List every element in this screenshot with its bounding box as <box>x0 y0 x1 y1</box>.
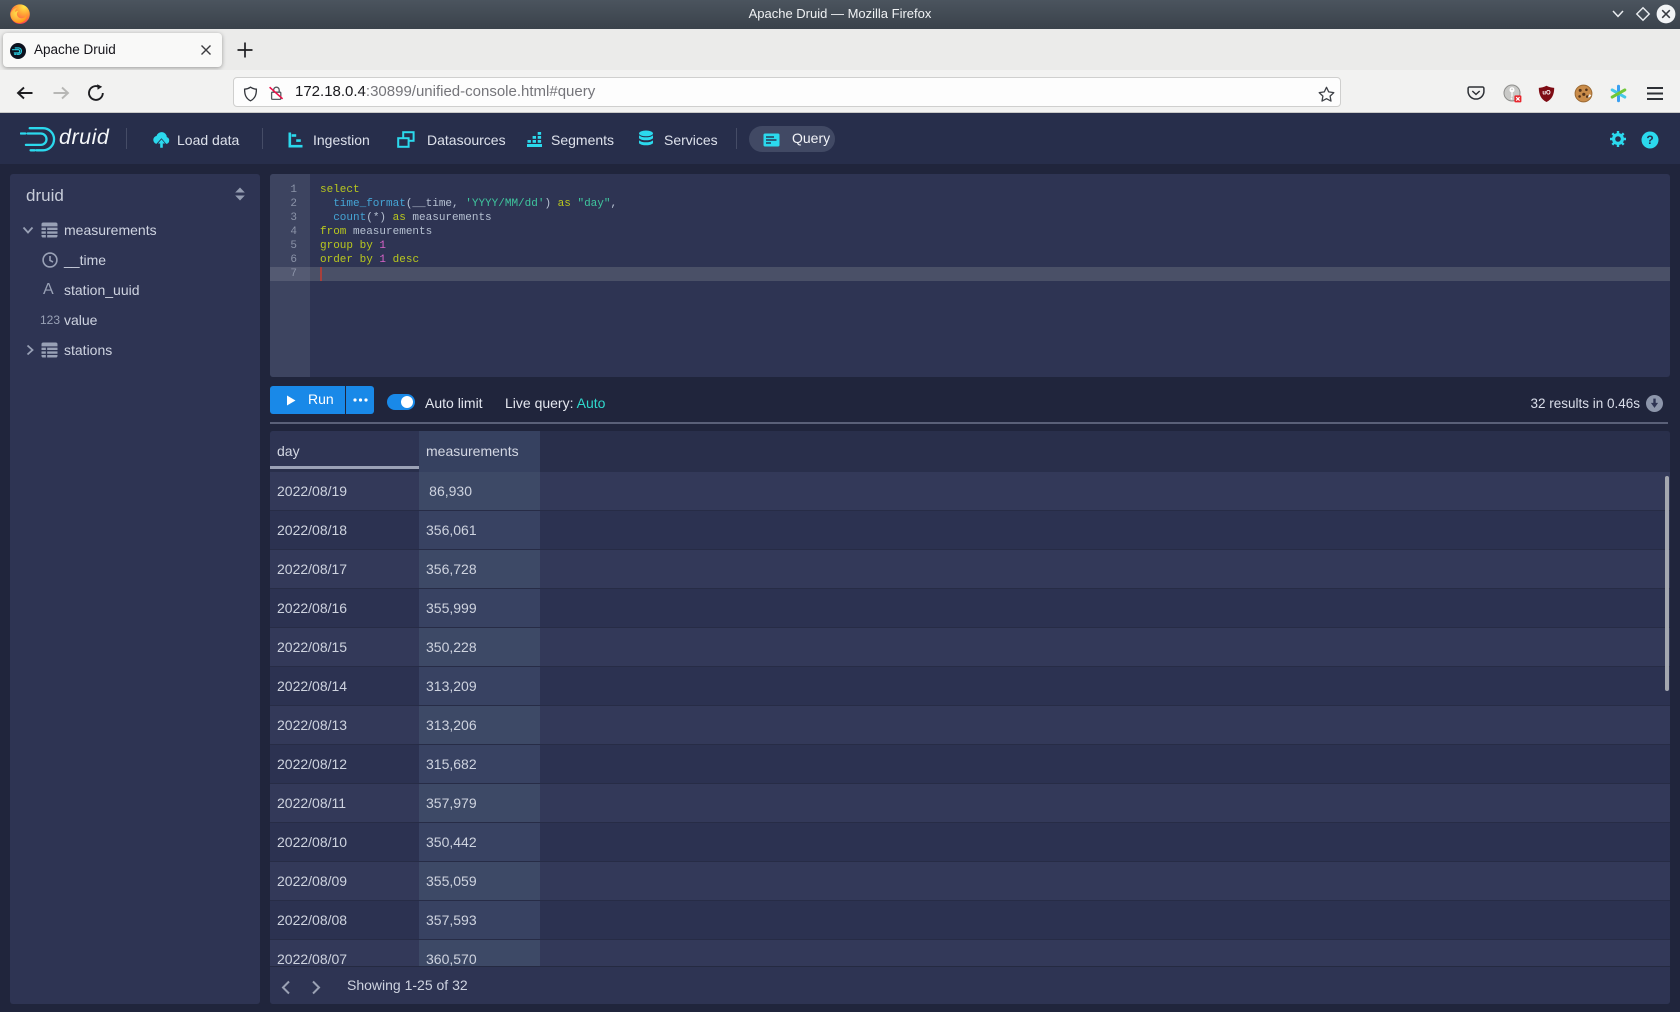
svg-text:?: ? <box>1646 133 1653 147</box>
svg-text:uO: uO <box>1542 90 1551 96</box>
